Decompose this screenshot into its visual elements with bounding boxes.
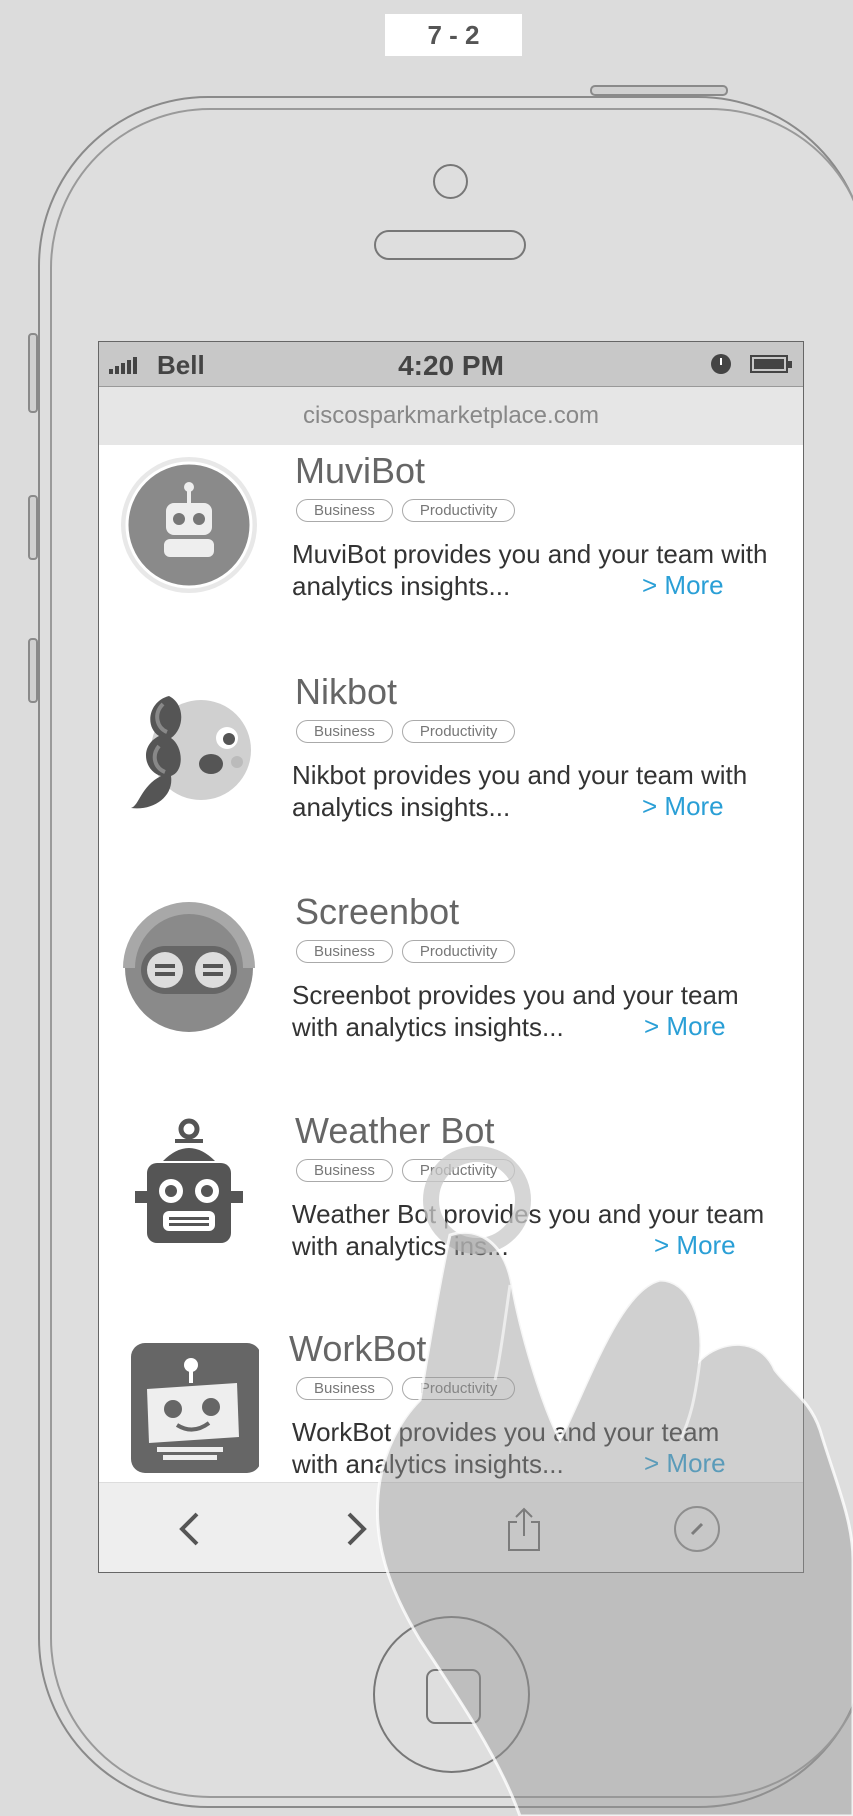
- volume-down-button: [28, 638, 38, 703]
- tag-business[interactable]: Business: [296, 720, 393, 743]
- tag-business[interactable]: Business: [296, 499, 393, 522]
- bot-name[interactable]: WorkBot: [289, 1328, 426, 1370]
- tag-productivity[interactable]: Productivity: [401, 1377, 516, 1400]
- workbot-robot-icon: [131, 1343, 259, 1473]
- front-camera: [433, 164, 468, 199]
- tag-business[interactable]: Business: [296, 1377, 393, 1400]
- tag-group: Business Productivity: [296, 1159, 516, 1182]
- phone-screen: Bell 4:20 PM ciscosparkmarketplace.com M…: [98, 341, 804, 1573]
- battery-icon: [750, 355, 792, 373]
- screenbot-face-icon: [123, 902, 255, 1032]
- power-button: [590, 85, 728, 96]
- tag-group: Business Productivity: [296, 499, 516, 522]
- chevron-right-icon: [347, 1512, 367, 1546]
- tag-group: Business Productivity: [296, 1377, 516, 1400]
- chevron-left-icon: [179, 1512, 199, 1546]
- bot-name[interactable]: Weather Bot: [295, 1110, 494, 1152]
- more-link[interactable]: > More: [644, 1448, 726, 1479]
- tag-productivity[interactable]: Productivity: [401, 940, 516, 963]
- bot-list: MuviBot Business Productivity MuviBot pr…: [99, 445, 803, 1482]
- share-icon: [508, 1507, 540, 1551]
- tag-business[interactable]: Business: [296, 940, 393, 963]
- bot-name[interactable]: Screenbot: [295, 891, 459, 933]
- volume-up-button: [28, 495, 38, 560]
- status-bar: Bell 4:20 PM: [99, 342, 803, 387]
- forward-button[interactable]: [327, 1483, 387, 1572]
- browser-toolbar: [99, 1482, 803, 1572]
- more-link[interactable]: > More: [644, 1011, 726, 1042]
- bot-name[interactable]: MuviBot: [295, 450, 425, 492]
- compass-icon: [674, 1506, 720, 1552]
- list-item[interactable]: WorkBot Business Productivity WorkBot pr…: [99, 1323, 803, 1482]
- url-bar[interactable]: ciscosparkmarketplace.com: [99, 387, 803, 445]
- mute-switch: [28, 333, 38, 413]
- tag-group: Business Productivity: [296, 720, 516, 743]
- compass-button[interactable]: [667, 1483, 727, 1572]
- step-label: 7 - 2: [385, 14, 522, 56]
- list-item[interactable]: Weather Bot Business Productivity Weathe…: [99, 1105, 803, 1305]
- list-item[interactable]: Screenbot Business Productivity Screenbo…: [99, 886, 803, 1086]
- home-square-icon: [426, 1669, 481, 1724]
- share-button[interactable]: [494, 1483, 554, 1572]
- list-item[interactable]: Nikbot Business Productivity Nikbot prov…: [99, 666, 803, 866]
- status-time: 4:20 PM: [398, 350, 504, 381]
- more-link[interactable]: > More: [642, 570, 724, 601]
- list-item[interactable]: MuviBot Business Productivity MuviBot pr…: [99, 445, 803, 645]
- earpiece-speaker: [374, 230, 526, 260]
- tag-business[interactable]: Business: [296, 1159, 393, 1182]
- tag-productivity[interactable]: Productivity: [401, 1159, 516, 1182]
- nikbot-character-icon: [131, 696, 251, 809]
- tag-group: Business Productivity: [296, 940, 516, 963]
- tag-productivity[interactable]: Productivity: [401, 720, 516, 743]
- more-link[interactable]: > More: [654, 1230, 736, 1261]
- tag-productivity[interactable]: Productivity: [401, 499, 516, 522]
- back-button[interactable]: [159, 1483, 219, 1572]
- more-link[interactable]: > More: [642, 791, 724, 822]
- muvibot-robot-icon: [121, 457, 257, 593]
- home-button[interactable]: [373, 1616, 530, 1773]
- alarm-clock-icon: [711, 354, 731, 374]
- weatherbot-robot-icon: [135, 1118, 243, 1243]
- bot-name[interactable]: Nikbot: [295, 671, 397, 713]
